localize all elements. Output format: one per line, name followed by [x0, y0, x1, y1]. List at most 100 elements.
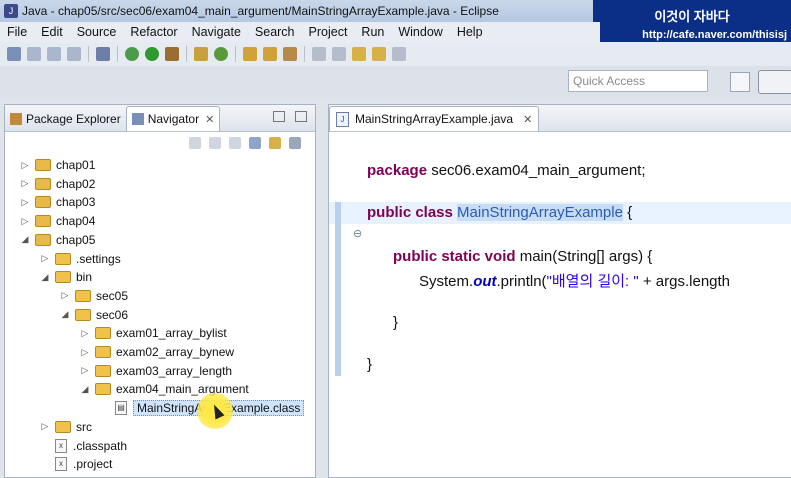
new-class-icon[interactable]	[214, 47, 228, 61]
expand-arrow-icon[interactable]: ▷	[79, 328, 91, 339]
open-type-icon[interactable]	[243, 47, 257, 61]
tree-item[interactable]: x .project	[39, 455, 112, 473]
tree-item[interactable]: ▷ exam02_array_bynew	[79, 343, 235, 361]
up-folder-icon[interactable]	[229, 137, 241, 149]
tree-item-label: sec06	[96, 307, 129, 322]
annotation-next-icon[interactable]	[312, 47, 326, 61]
open-folder-icon[interactable]	[263, 47, 277, 61]
tree-item-label: src	[76, 419, 92, 434]
link-editor-icon[interactable]	[269, 137, 281, 149]
collapse-arrow-icon[interactable]: ◢	[39, 272, 51, 283]
expand-arrow-icon[interactable]: ▷	[19, 178, 31, 189]
collapse-all-icon[interactable]	[249, 137, 261, 149]
back-arrow-icon[interactable]	[189, 137, 201, 149]
maximize-icon[interactable]	[295, 111, 307, 122]
java-perspective-button[interactable]	[758, 70, 791, 94]
inner-close-brace: }	[393, 314, 399, 331]
tree-item-label: .settings	[76, 251, 121, 266]
tab-package-explorer-label: Package Explorer	[26, 112, 121, 126]
menu-window[interactable]: Window	[391, 25, 449, 39]
menu-search[interactable]: Search	[248, 25, 302, 39]
close-icon[interactable]: ✕	[523, 113, 532, 126]
quick-access-input[interactable]: Quick Access	[568, 70, 708, 92]
tab-package-explorer[interactable]: Package Explorer	[5, 107, 126, 131]
expand-arrow-icon[interactable]: ▷	[19, 197, 31, 208]
expand-arrow-icon[interactable]: ▷	[79, 347, 91, 358]
tree-item[interactable]: x .classpath	[39, 437, 127, 455]
tree-item[interactable]: ▷ chap03	[19, 193, 96, 211]
tree-item[interactable]: ▷ exam01_array_bylist	[79, 324, 227, 342]
minimize-icon[interactable]	[273, 111, 285, 122]
back-icon[interactable]	[372, 47, 386, 61]
tree-item[interactable]: ▷ chap01	[19, 156, 96, 174]
expand-arrow-icon[interactable]: ▷	[39, 421, 51, 432]
tab-navigator[interactable]: Navigator ✕	[125, 106, 221, 131]
project-folder-icon	[35, 159, 51, 171]
toolbar-separator	[304, 46, 305, 62]
change-ruler	[335, 202, 341, 376]
folder-icon	[75, 289, 91, 302]
tree-item-label: chap02	[56, 176, 96, 191]
search-icon[interactable]	[283, 47, 297, 61]
folder-icon	[75, 308, 91, 321]
editor-tab-main[interactable]: J MainStringArrayExample.java ✕	[329, 106, 540, 131]
collapse-arrow-icon[interactable]: ◢	[59, 309, 71, 320]
forward-icon[interactable]	[392, 47, 406, 61]
debug-icon[interactable]	[125, 47, 139, 61]
expand-arrow-icon[interactable]: ▷	[19, 160, 31, 171]
tree-item-label: chap05	[56, 232, 96, 247]
last-edit-icon[interactable]	[352, 47, 366, 61]
view-menu-icon[interactable]	[289, 137, 301, 149]
run-icon[interactable]	[145, 47, 159, 61]
forward-arrow-icon[interactable]	[209, 137, 221, 149]
folder-icon	[55, 252, 71, 265]
toolbar-separator	[117, 46, 118, 62]
tree-item[interactable]: ▷ sec05	[59, 287, 129, 305]
expand-arrow-icon[interactable]: ▷	[79, 365, 91, 376]
menu-project[interactable]: Project	[302, 25, 355, 39]
menu-run[interactable]: Run	[354, 25, 391, 39]
save-icon[interactable]	[27, 47, 41, 61]
new-icon[interactable]	[7, 47, 21, 61]
collapse-arrow-icon[interactable]: ◢	[19, 234, 31, 245]
tree-item[interactable]: ▷ chap02	[19, 175, 96, 193]
watermark-url: http://cafe.naver.com/thisisj	[642, 29, 787, 41]
external-tools-icon[interactable]	[165, 47, 179, 61]
save-all-icon[interactable]	[47, 47, 61, 61]
toolbar-separator	[235, 46, 236, 62]
tree-item[interactable]: ▷ src	[39, 418, 92, 436]
menu-help[interactable]: Help	[450, 25, 490, 39]
menu-source[interactable]: Source	[70, 25, 124, 39]
navigator-icon	[131, 113, 144, 125]
collapse-arrow-icon[interactable]: ◢	[79, 384, 91, 395]
toggle-mark-icon[interactable]	[96, 47, 110, 61]
menu-file[interactable]: File	[0, 25, 34, 39]
args-length-expr: + args.length	[638, 273, 731, 290]
folder-icon	[95, 364, 111, 377]
editor-tabs: J MainStringArrayExample.java ✕	[329, 105, 791, 132]
menu-edit[interactable]: Edit	[34, 25, 70, 39]
tree-item[interactable]: ◢ chap05	[19, 231, 96, 249]
tree-item[interactable]: ▷ .settings	[39, 250, 121, 268]
tab-navigator-label: Navigator	[147, 112, 200, 126]
open-perspective-icon[interactable]	[730, 72, 750, 92]
print-icon[interactable]	[67, 47, 81, 61]
toolbar-separator	[186, 46, 187, 62]
fold-icon[interactable]: ⊖	[353, 227, 362, 240]
new-java-project-icon[interactable]	[194, 47, 208, 61]
expand-arrow-icon[interactable]: ▷	[59, 290, 71, 301]
java-editor: J MainStringArrayExample.java ✕ ⊖ packag…	[328, 104, 791, 478]
tree-item[interactable]: ▷ chap04	[19, 212, 96, 230]
tree-item[interactable]: ◢ bin	[39, 268, 92, 286]
tree-item[interactable]: ◢ sec06	[59, 306, 129, 324]
expand-arrow-icon[interactable]: ▷	[39, 253, 51, 264]
menu-navigate[interactable]: Navigate	[185, 25, 248, 39]
annotation-prev-icon[interactable]	[332, 47, 346, 61]
folder-icon	[95, 327, 111, 340]
outer-close-brace: }	[367, 356, 373, 373]
expand-arrow-icon[interactable]: ▷	[19, 216, 31, 227]
menu-refactor[interactable]: Refactor	[123, 25, 184, 39]
close-icon[interactable]: ✕	[205, 113, 214, 126]
tree-item[interactable]: ▷ exam03_array_length	[79, 362, 233, 380]
class-file-icon: ▤	[115, 401, 127, 416]
